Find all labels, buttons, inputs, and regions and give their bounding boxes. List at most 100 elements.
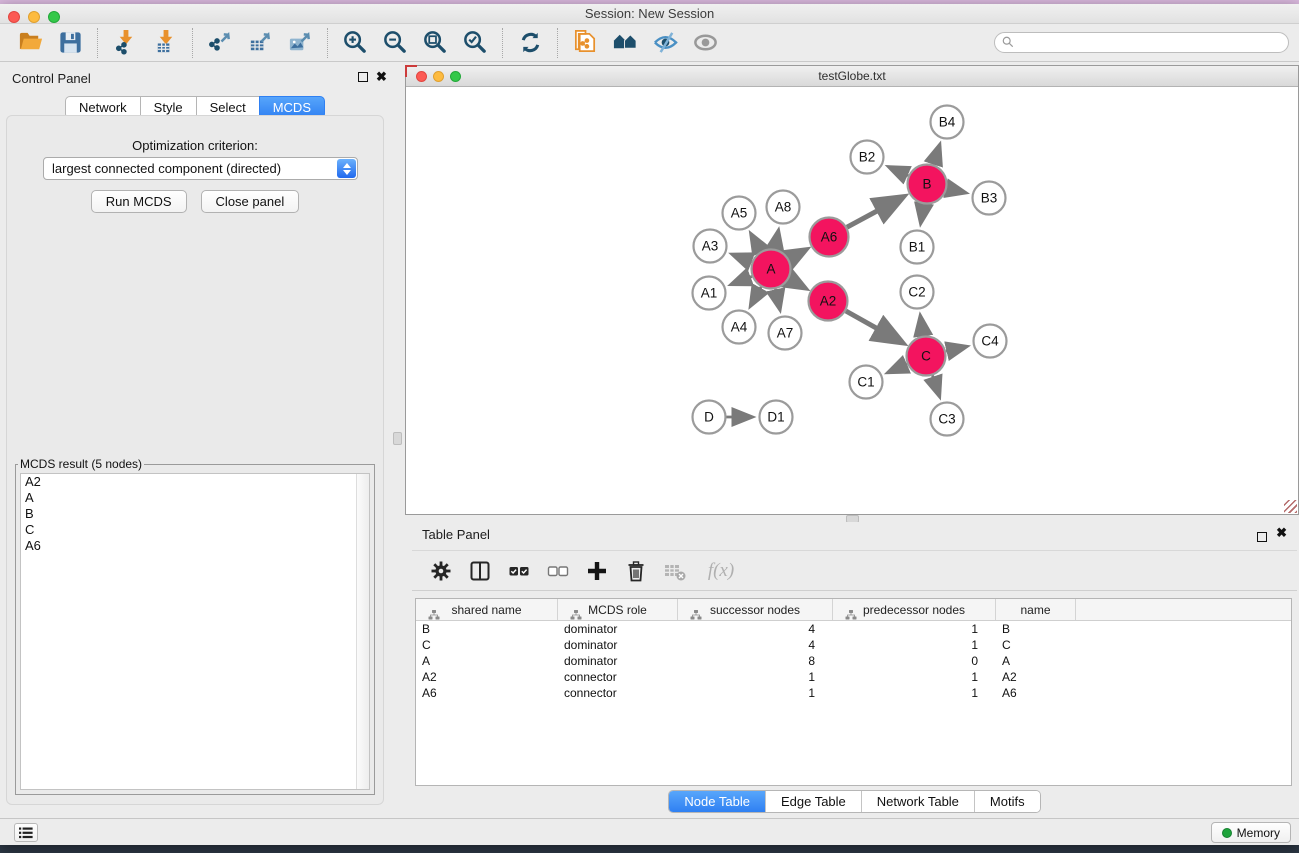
node-B1[interactable]: B1 bbox=[901, 231, 934, 264]
edge-A-A6[interactable] bbox=[789, 250, 805, 259]
edge-A-A7[interactable] bbox=[775, 289, 779, 309]
window-resize-grip-icon[interactable] bbox=[1284, 500, 1297, 513]
result-scrollbar[interactable] bbox=[356, 474, 369, 789]
node-B4[interactable]: B4 bbox=[931, 106, 964, 139]
select-all-columns-button[interactable] bbox=[504, 556, 534, 586]
cell-MCDS-role[interactable]: connector bbox=[558, 685, 678, 701]
cell-MCDS-role[interactable]: dominator bbox=[558, 637, 678, 653]
cell-successor-nodes[interactable]: 1 bbox=[678, 669, 833, 685]
node-B[interactable]: B bbox=[908, 165, 947, 204]
tab-motifs[interactable]: Motifs bbox=[975, 791, 1040, 812]
table-row[interactable]: Bdominator41B bbox=[416, 621, 1291, 637]
edge-A-A5[interactable] bbox=[751, 234, 761, 251]
open-file-button[interactable] bbox=[10, 27, 50, 59]
node-A4[interactable]: A4 bbox=[723, 311, 756, 344]
edge-C-C3[interactable] bbox=[933, 375, 940, 395]
tab-network-table[interactable]: Network Table bbox=[862, 791, 975, 812]
delete-columns-button[interactable] bbox=[621, 556, 651, 586]
cell-MCDS-role[interactable]: connector bbox=[558, 669, 678, 685]
cell-name[interactable]: A6 bbox=[996, 685, 1076, 701]
node-C[interactable]: C bbox=[907, 337, 946, 376]
network-canvas[interactable]: B4 B2 B B3 A5 A8 A6 A3 B1 A A1 C2 A2 A4 … bbox=[406, 87, 1298, 514]
cell-name[interactable]: B bbox=[996, 621, 1076, 637]
mcds-result-item[interactable]: A bbox=[21, 490, 369, 506]
network-graph[interactable]: B4 B2 B B3 A5 A8 A6 A3 B1 A A1 C2 A2 A4 … bbox=[406, 87, 1298, 514]
mcds-result-item[interactable]: A2 bbox=[21, 474, 369, 490]
export-table-button[interactable] bbox=[240, 27, 280, 59]
cell-predecessor-nodes[interactable]: 0 bbox=[833, 653, 996, 669]
float-table-panel-icon[interactable] bbox=[1257, 532, 1267, 542]
refresh-button[interactable] bbox=[510, 27, 550, 59]
edge-C-C1[interactable] bbox=[889, 364, 908, 372]
column-header-successor-nodes[interactable]: successor nodes bbox=[678, 599, 833, 620]
cell-MCDS-role[interactable]: dominator bbox=[558, 621, 678, 637]
edge-A-A8[interactable] bbox=[775, 231, 778, 249]
cell-name[interactable]: A bbox=[996, 653, 1076, 669]
cell-successor-nodes[interactable]: 4 bbox=[678, 637, 833, 653]
node-C3[interactable]: C3 bbox=[931, 403, 964, 436]
edge-B-B4[interactable] bbox=[933, 145, 939, 164]
cell-shared-name[interactable]: B bbox=[416, 621, 558, 637]
edge-B-B3[interactable] bbox=[947, 189, 965, 193]
node-A7[interactable]: A7 bbox=[769, 317, 802, 350]
cell-predecessor-nodes[interactable]: 1 bbox=[833, 685, 996, 701]
edge-A-A2[interactable] bbox=[789, 279, 804, 288]
zoom-selected-button[interactable] bbox=[455, 27, 495, 59]
tab-edge-table[interactable]: Edge Table bbox=[766, 791, 862, 812]
edge-B-B2[interactable] bbox=[889, 167, 908, 176]
cell-shared-name[interactable]: A6 bbox=[416, 685, 558, 701]
edge-A2-C[interactable] bbox=[846, 311, 902, 343]
node-A3[interactable]: A3 bbox=[694, 230, 727, 263]
tab-node-table[interactable]: Node Table bbox=[669, 791, 766, 812]
node-D1[interactable]: D1 bbox=[760, 401, 793, 434]
save-session-button[interactable] bbox=[50, 27, 90, 59]
settings-button[interactable] bbox=[426, 556, 456, 586]
node-B2[interactable]: B2 bbox=[851, 141, 884, 174]
cell-predecessor-nodes[interactable]: 1 bbox=[833, 621, 996, 637]
cell-successor-nodes[interactable]: 1 bbox=[678, 685, 833, 701]
zoom-in-button[interactable] bbox=[335, 27, 375, 59]
cell-name[interactable]: A2 bbox=[996, 669, 1076, 685]
run-mcds-button[interactable]: Run MCDS bbox=[91, 190, 187, 213]
node-C1[interactable]: C1 bbox=[850, 366, 883, 399]
cell-shared-name[interactable]: A2 bbox=[416, 669, 558, 685]
close-panel-icon[interactable]: ✖ bbox=[376, 69, 387, 85]
mcds-result-item[interactable]: C bbox=[21, 522, 369, 538]
edge-B-B1[interactable] bbox=[921, 204, 924, 223]
export-image-button[interactable] bbox=[280, 27, 320, 59]
edge-A-A1[interactable] bbox=[732, 276, 752, 284]
node-C4[interactable]: C4 bbox=[974, 325, 1007, 358]
node-table[interactable]: shared nameMCDS rolesuccessor nodesprede… bbox=[415, 598, 1292, 786]
node-A1[interactable]: A1 bbox=[693, 277, 726, 310]
edge-A6-B[interactable] bbox=[847, 197, 903, 227]
edge-C-C2[interactable] bbox=[920, 316, 923, 335]
node-A8[interactable]: A8 bbox=[767, 191, 800, 224]
cell-successor-nodes[interactable]: 4 bbox=[678, 621, 833, 637]
table-row[interactable]: A6connector11A6 bbox=[416, 685, 1291, 701]
horizontal-splitter[interactable] bbox=[405, 515, 1299, 522]
column-header-predecessor-nodes[interactable]: predecessor nodes bbox=[833, 599, 996, 620]
show-graphics-details-button[interactable] bbox=[685, 27, 725, 59]
home-button[interactable] bbox=[605, 27, 645, 59]
cell-shared-name[interactable]: A bbox=[416, 653, 558, 669]
table-row[interactable]: Cdominator41C bbox=[416, 637, 1291, 653]
zoom-fit-button[interactable] bbox=[415, 27, 455, 59]
node-B3[interactable]: B3 bbox=[973, 182, 1006, 215]
zoom-out-button[interactable] bbox=[375, 27, 415, 59]
cell-predecessor-nodes[interactable]: 1 bbox=[833, 669, 996, 685]
task-history-button[interactable] bbox=[14, 823, 38, 842]
unselect-all-columns-button[interactable] bbox=[543, 556, 573, 586]
memory-button[interactable]: Memory bbox=[1211, 822, 1291, 843]
cell-predecessor-nodes[interactable]: 1 bbox=[833, 637, 996, 653]
edge-C-C4[interactable] bbox=[946, 347, 966, 352]
mcds-result-item[interactable]: A6 bbox=[21, 538, 369, 554]
edge-A-A4[interactable] bbox=[751, 287, 761, 306]
criterion-select[interactable]: largest connected component (directed) bbox=[43, 157, 358, 180]
node-A6[interactable]: A6 bbox=[810, 218, 849, 257]
node-A2[interactable]: A2 bbox=[809, 282, 848, 321]
vertical-splitter[interactable] bbox=[390, 62, 405, 818]
cell-shared-name[interactable]: C bbox=[416, 637, 558, 653]
show-columns-button[interactable] bbox=[465, 556, 495, 586]
node-C2[interactable]: C2 bbox=[901, 276, 934, 309]
table-row[interactable]: A2connector11A2 bbox=[416, 669, 1291, 685]
